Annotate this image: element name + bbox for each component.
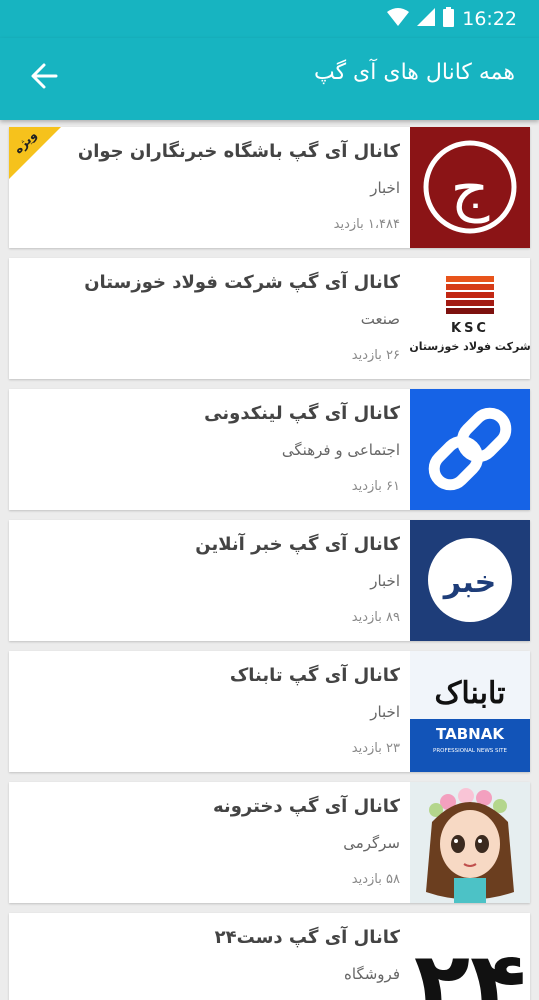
cellular-signal-icon [417,8,436,30]
channel-name: کانال آی گپ دخترونه [213,796,400,817]
channel-logo-subtext: شرکت فولاد خوزستان [410,340,530,353]
channel-category: اخبار [370,703,400,721]
status-time: 16:22 [462,8,517,30]
channel-card[interactable]: خبر کانال آی گپ خبر آنلاین اخبار ۸۹ بازد… [9,520,530,641]
wifi-icon [387,8,410,30]
channel-category: اخبار [370,572,400,590]
app-toolbar: همه کانال های آی گپ [0,38,539,120]
link-icon [428,407,512,491]
channel-logo-text: KSC [451,321,489,336]
channel-logo: خبر [410,520,530,641]
channel-category: صنعت [360,310,400,328]
channel-name: کانال آی گپ تابناک [229,665,400,686]
channel-logo [410,389,530,510]
battery-icon [443,7,455,31]
channel-logo: ج [410,127,530,248]
channel-logo-text: تابناک [435,676,506,711]
channel-logo-subtext: TABNAK [436,725,505,743]
channel-views: ۸۹ بازدید [351,610,400,625]
channel-card[interactable]: KSC شرکت فولاد خوزستان کانال آی گپ شرکت … [9,258,530,379]
channel-category: اجتماعی و فرهنگی [281,441,400,459]
page-title: همه کانال های آی گپ [313,60,515,85]
arrow-back-icon [30,62,58,94]
channel-name: کانال آی گپ خبر آنلاین [195,534,400,555]
channel-logo: تابناک TABNAK PROFESSIONAL NEWS SITE [410,651,530,772]
channel-logo [410,782,530,903]
channel-name: کانال آی گپ باشگاه خبرنگاران جوان [77,141,400,162]
channel-views: ۵۸ بازدید [351,872,400,887]
channel-logo-caption: PROFESSIONAL NEWS SITE [433,748,507,754]
channel-category: فروشگاه [344,965,400,983]
channel-logo-text: ج [451,154,490,224]
channel-views: ۱،۴۸۴ بازدید [333,217,400,232]
channel-card[interactable]: ۲۴ کانال آی گپ دست۲۴ فروشگاه [9,913,530,1000]
girl-cartoon-image [426,788,514,903]
channel-card[interactable]: ویژه ج کانال آی گپ باشگاه خبرنگاران جوان… [9,127,530,248]
channel-logo: ۲۴ [410,913,530,1000]
channel-views: ۶۱ بازدید [351,479,400,494]
back-button[interactable] [24,58,64,98]
channel-category: اخبار [370,179,400,197]
channel-name: کانال آی گپ دست۲۴ [214,927,400,948]
channel-card[interactable]: کانال آی گپ دخترونه سرگرمی ۵۸ بازدید [9,782,530,903]
channel-card[interactable]: تابناک TABNAK PROFESSIONAL NEWS SITE کان… [9,651,530,772]
channel-list: ویژه ج کانال آی گپ باشگاه خبرنگاران جوان… [9,127,530,1000]
channel-name: کانال آی گپ شرکت فولاد خوزستان [84,272,400,293]
channel-views: ۲۶ بازدید [351,348,400,363]
channel-logo: KSC شرکت فولاد خوزستان [410,258,530,379]
channel-logo-text: ۲۴ [414,932,526,1000]
status-bar: 16:22 [0,0,539,38]
channel-name: کانال آی گپ لینکدونی [204,403,400,424]
channel-category: سرگرمی [343,834,400,852]
channel-views: ۲۳ بازدید [351,741,400,756]
channel-card[interactable]: کانال آی گپ لینکدونی اجتماعی و فرهنگی ۶۱… [9,389,530,510]
channel-logo-text: خبر [442,565,497,600]
